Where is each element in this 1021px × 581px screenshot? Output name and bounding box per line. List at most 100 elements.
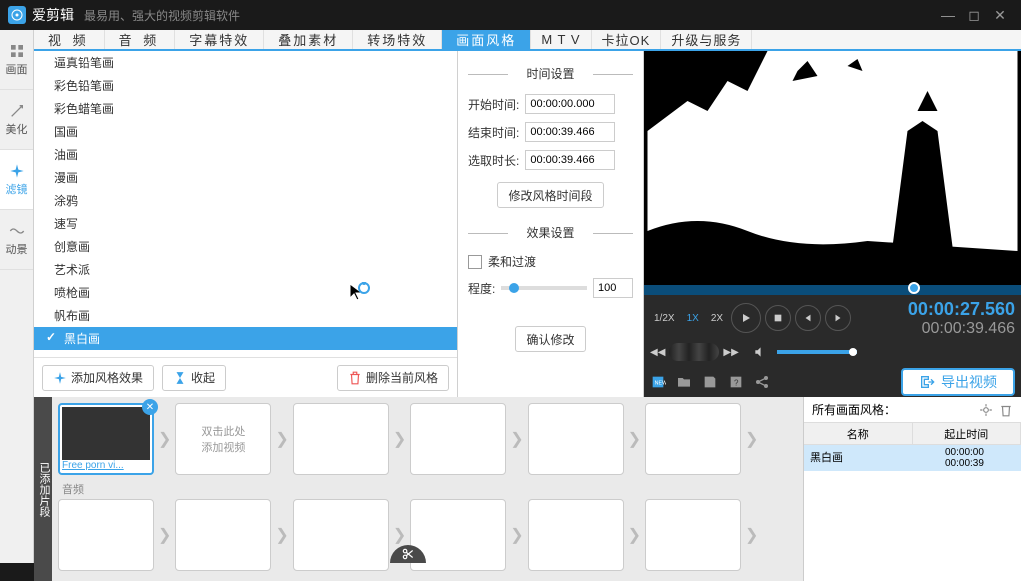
empty-clip[interactable] xyxy=(410,403,506,475)
speed-1x[interactable]: 1X xyxy=(683,311,703,326)
end-label: 结束时间: xyxy=(468,124,519,141)
wand-icon xyxy=(9,103,25,119)
list-item-selected[interactable]: 黑白画 xyxy=(34,327,457,350)
share-icon[interactable] xyxy=(754,374,770,390)
list-item[interactable]: 彩色蜡笔画 xyxy=(34,97,457,120)
list-item[interactable]: 速写 xyxy=(34,212,457,235)
list-item[interactable]: 国画 xyxy=(34,120,457,143)
arrow-icon: ❯ xyxy=(628,429,641,449)
next-icon xyxy=(833,313,843,323)
save-icon[interactable] xyxy=(702,374,718,390)
clip-close-icon[interactable]: ✕ xyxy=(142,399,158,415)
empty-clip[interactable] xyxy=(528,499,624,571)
add-style-button[interactable]: 添加风格效果 xyxy=(42,365,154,391)
speed-half[interactable]: 1/2X xyxy=(650,311,679,326)
style-list-panel: 逼真铅笔画 彩色铅笔画 彩色蜡笔画 国画 油画 漫画 涂鸦 速写 创意画 艺术派… xyxy=(34,51,458,397)
style-row[interactable]: 黑白画 00:00:0000:00:39 xyxy=(804,445,1021,471)
app-logo-icon xyxy=(8,6,26,24)
arrow-icon: ❯ xyxy=(393,429,406,449)
help-icon[interactable]: ? xyxy=(728,374,744,390)
jog-wheel[interactable] xyxy=(669,343,719,361)
maximize-button[interactable]: ◻ xyxy=(961,5,987,25)
delete-style-button[interactable]: 删除当前风格 xyxy=(337,365,449,391)
empty-clip[interactable] xyxy=(58,499,154,571)
empty-clip[interactable]: 双击此处 添加视频 xyxy=(175,403,271,475)
trash-icon[interactable] xyxy=(999,403,1013,417)
sidetab-filter[interactable]: 滤镜 xyxy=(0,150,33,210)
list-item[interactable]: 逼真铅笔画 xyxy=(34,51,457,74)
tab-video[interactable]: 视 频 xyxy=(34,30,105,49)
col-name: 名称 xyxy=(804,423,913,444)
sidetab-motion[interactable]: 动景 xyxy=(0,210,33,270)
sidetab-canvas[interactable]: 画面 xyxy=(0,30,33,90)
volume-slider[interactable] xyxy=(777,350,857,354)
trash-icon xyxy=(348,371,362,385)
tab-audio[interactable]: 音 频 xyxy=(105,30,176,49)
empty-clip[interactable] xyxy=(645,499,741,571)
list-item[interactable]: 彩色铅笔画 xyxy=(34,74,457,97)
titlebar: 爱剪辑 最易用、强大的视频剪辑软件 — ◻ ✕ xyxy=(0,0,1021,30)
list-item[interactable]: 创意画 xyxy=(34,235,457,258)
soft-checkbox[interactable] xyxy=(468,255,482,269)
list-item[interactable]: 喷枪画 xyxy=(34,281,457,304)
empty-clip[interactable] xyxy=(293,499,389,571)
tab-overlay[interactable]: 叠加素材 xyxy=(264,30,353,49)
folder-icon[interactable] xyxy=(676,374,692,390)
confirm-button[interactable]: 确认修改 xyxy=(515,326,585,352)
sidetab-beautify[interactable]: 美化 xyxy=(0,90,33,150)
start-time-input[interactable] xyxy=(525,94,615,114)
arrow-icon: ❯ xyxy=(158,525,171,545)
hourglass-icon xyxy=(173,371,187,385)
next-frame-button[interactable] xyxy=(825,305,851,331)
wave-icon xyxy=(9,223,25,239)
empty-clip[interactable] xyxy=(528,403,624,475)
video-preview[interactable] xyxy=(644,51,1021,285)
end-time-input[interactable] xyxy=(525,122,615,142)
export-button[interactable]: 导出视频 xyxy=(901,368,1015,396)
arrow-icon: ❯ xyxy=(275,429,288,449)
side-tabs: 画面 美化 滤镜 动景 xyxy=(0,30,34,563)
current-time: 00:00:27.560 xyxy=(908,299,1015,320)
degree-input[interactable] xyxy=(593,278,633,298)
speed-2x[interactable]: 2X xyxy=(707,311,727,326)
degree-slider[interactable] xyxy=(501,286,587,290)
list-item[interactable]: 漫画 xyxy=(34,166,457,189)
collapse-button[interactable]: 收起 xyxy=(162,365,226,391)
tab-style[interactable]: 画面风格 xyxy=(442,30,531,49)
gear-icon[interactable] xyxy=(979,403,993,417)
list-item[interactable]: 油画 xyxy=(34,143,457,166)
video-clip[interactable]: ✕ Free porn vi... xyxy=(58,403,154,475)
close-button[interactable]: ✕ xyxy=(987,5,1013,25)
audio-track: ❯ ❯ ❯ ❯ ❯ ❯ xyxy=(58,499,797,571)
seek-slider[interactable] xyxy=(644,285,1021,295)
new-icon[interactable]: NEW xyxy=(650,374,666,390)
stop-button[interactable] xyxy=(765,305,791,331)
sparkle-icon xyxy=(53,371,67,385)
empty-clip[interactable] xyxy=(645,403,741,475)
timeline: 已添加片段 ✕ Free porn vi... ❯ 双击此处 添加视频 ❯ ❯ … xyxy=(34,397,1021,581)
play-button[interactable] xyxy=(731,303,761,333)
svg-text:?: ? xyxy=(734,378,739,387)
minimize-button[interactable]: — xyxy=(935,5,961,25)
start-label: 开始时间: xyxy=(468,96,519,113)
arrow-icon: ❯ xyxy=(510,429,523,449)
empty-clip[interactable] xyxy=(175,499,271,571)
empty-clip[interactable] xyxy=(293,403,389,475)
list-item[interactable]: 帆布画 xyxy=(34,304,457,327)
duration-input[interactable] xyxy=(525,150,615,170)
volume-icon[interactable] xyxy=(753,345,767,359)
arrow-icon: ❯ xyxy=(745,525,758,545)
modify-time-button[interactable]: 修改风格时间段 xyxy=(497,182,603,208)
tab-karaoke[interactable]: 卡拉OK xyxy=(592,30,662,49)
tab-transition[interactable]: 转场特效 xyxy=(353,30,442,49)
prev-frame-button[interactable] xyxy=(795,305,821,331)
arrow-icon: ❯ xyxy=(393,525,406,545)
list-item[interactable]: 艺术派 xyxy=(34,258,457,281)
list-item[interactable]: 涂鸦 xyxy=(34,189,457,212)
tab-mtv[interactable]: M T V xyxy=(531,30,591,49)
prev-icon xyxy=(803,313,813,323)
preview-frame xyxy=(644,51,1021,285)
tab-upgrade[interactable]: 升级与服务 xyxy=(661,30,752,49)
tab-subtitle[interactable]: 字幕特效 xyxy=(175,30,264,49)
applied-styles-panel: 所有画面风格： 名称 起止时间 黑白画 00:00:0000:00:39 xyxy=(803,397,1021,581)
